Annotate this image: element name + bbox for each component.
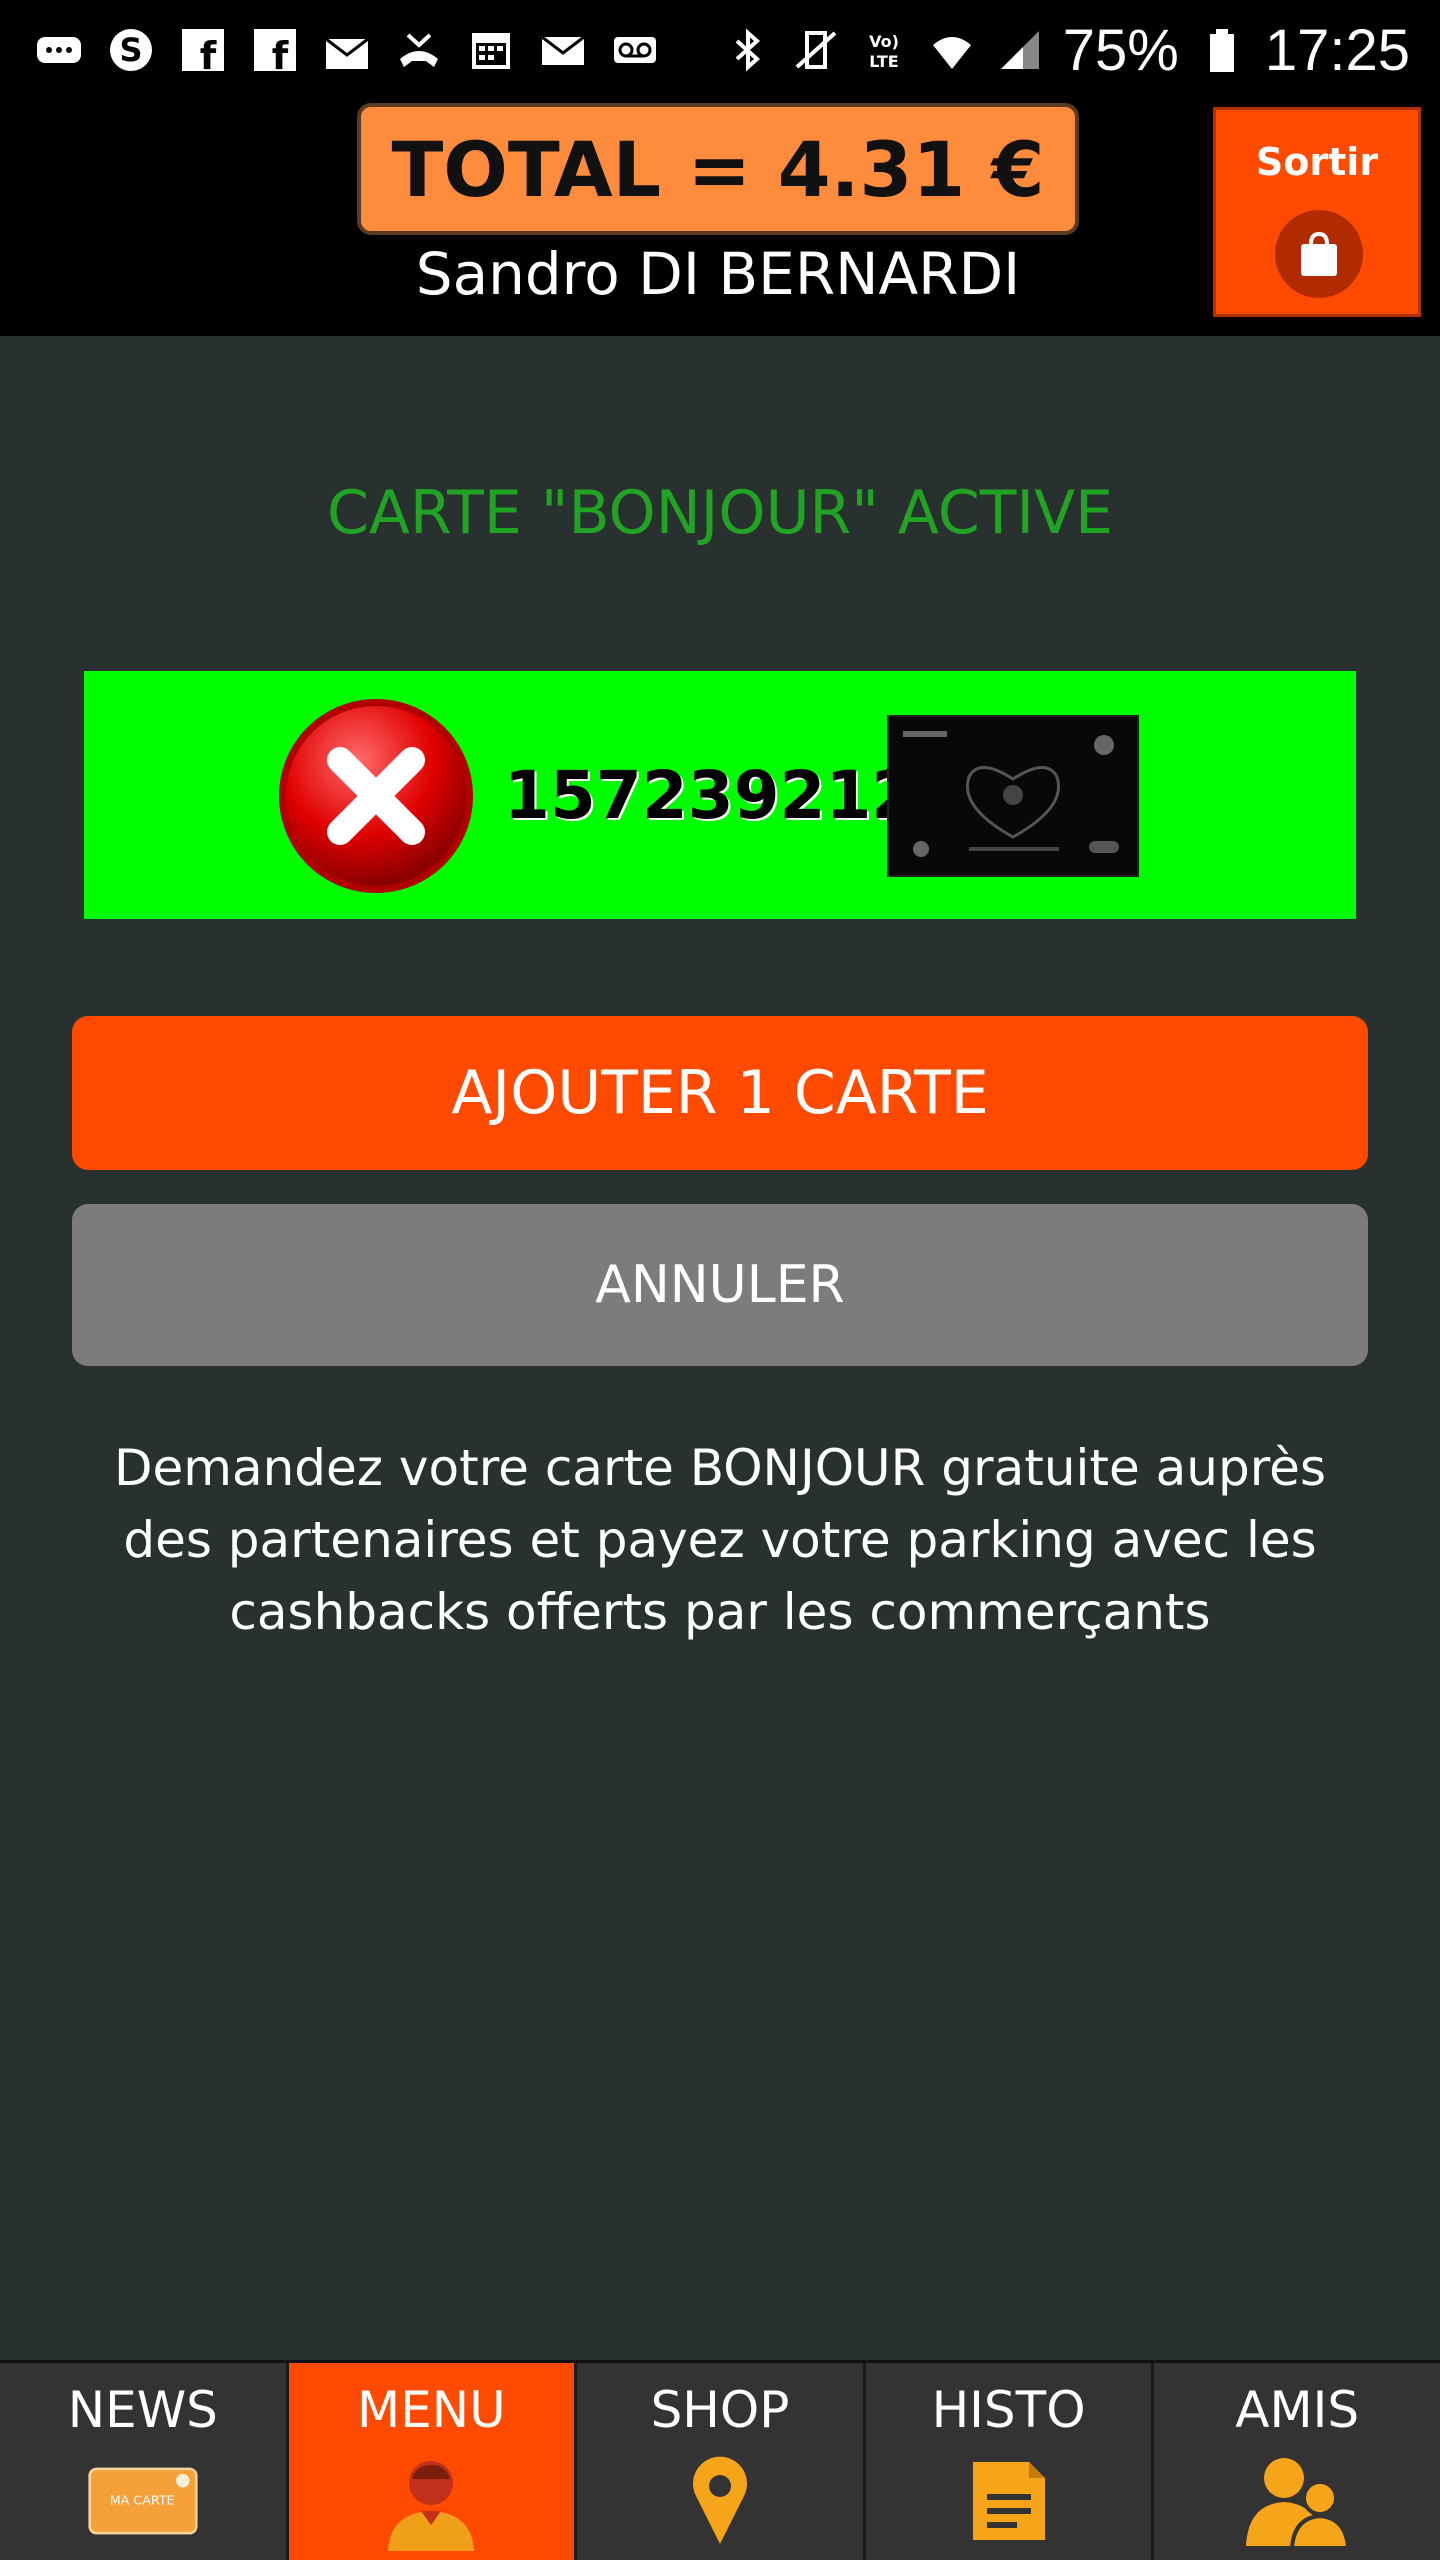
voicemail-icon xyxy=(610,25,660,75)
card-status-title: CARTE "BONJOUR" ACTIVE xyxy=(326,478,1114,548)
bottom-nav: NEWS MA CARTE MENU SHOP HISTO AMIS xyxy=(0,2360,1440,2560)
shopping-bag-icon xyxy=(1275,210,1363,298)
nav-label: NEWS xyxy=(67,2381,218,2439)
svg-text:S: S xyxy=(119,31,142,69)
mail-check-icon xyxy=(322,25,372,75)
calendar-icon xyxy=(466,25,516,75)
clock: 17:25 xyxy=(1264,17,1410,83)
svg-text:Vo): Vo) xyxy=(869,32,899,51)
volte-icon: Vo) LTE xyxy=(859,25,909,75)
nav-label: AMIS xyxy=(1235,2381,1360,2439)
nav-item-histo[interactable]: HISTO xyxy=(866,2363,1155,2560)
missed-call-icon xyxy=(394,25,444,75)
vibrate-icon xyxy=(791,25,841,75)
exit-label: Sortir xyxy=(1255,140,1379,184)
card-image xyxy=(887,715,1139,877)
card-row: 1572392127 xyxy=(84,671,1356,919)
svg-text:f: f xyxy=(272,34,289,75)
exit-button[interactable]: Sortir xyxy=(1213,107,1421,317)
wifi-icon xyxy=(927,25,977,75)
map-pin-icon xyxy=(665,2451,775,2551)
nav-item-shop[interactable]: SHOP xyxy=(577,2363,866,2560)
info-text: Demandez votre carte BONJOUR gratuite au… xyxy=(113,1439,1326,1641)
nav-label: MENU xyxy=(357,2381,506,2439)
svg-text:f: f xyxy=(200,34,217,75)
facebook-icon: f xyxy=(250,25,300,75)
total-display: TOTAL = 4.31 € xyxy=(357,103,1079,235)
cancel-button[interactable]: ANNULER xyxy=(72,1204,1368,1366)
nav-label: HISTO xyxy=(931,2381,1086,2439)
app-header: TOTAL = 4.31 € Sandro DI BERNARDI Sortir xyxy=(0,100,1440,336)
user-name: Sandro DI BERNARDI xyxy=(415,240,1021,308)
svg-text:LTE: LTE xyxy=(869,52,898,71)
signal-icon xyxy=(995,25,1045,75)
bluetooth-icon xyxy=(723,25,773,75)
add-card-button[interactable]: AJOUTER 1 CARTE xyxy=(72,1016,1368,1170)
messages-icon xyxy=(34,25,84,75)
status-bar: S f f Vo) LTE 75% 17:25 xyxy=(0,0,1440,100)
remove-card-icon[interactable] xyxy=(276,696,476,896)
nav-item-amis[interactable]: AMIS xyxy=(1154,2363,1440,2560)
notification-icons: S f f xyxy=(0,25,660,75)
battery-icon xyxy=(1197,25,1247,75)
nav-label: SHOP xyxy=(650,2381,790,2439)
system-icons: Vo) LTE 75% 17:25 xyxy=(723,17,1440,84)
battery-percent: 75% xyxy=(1062,17,1179,83)
card-icon: MA CARTE xyxy=(88,2451,198,2551)
user-icon xyxy=(376,2451,486,2551)
facebook-icon: f xyxy=(178,25,228,75)
email-icon xyxy=(538,25,588,75)
document-icon xyxy=(954,2451,1064,2551)
friends-icon xyxy=(1242,2451,1352,2551)
nav-item-menu[interactable]: MENU xyxy=(288,2363,578,2560)
nav-item-news[interactable]: NEWS MA CARTE xyxy=(0,2363,289,2560)
card-icon-label: MA CARTE xyxy=(110,2492,175,2507)
skype-icon: S xyxy=(106,25,156,75)
